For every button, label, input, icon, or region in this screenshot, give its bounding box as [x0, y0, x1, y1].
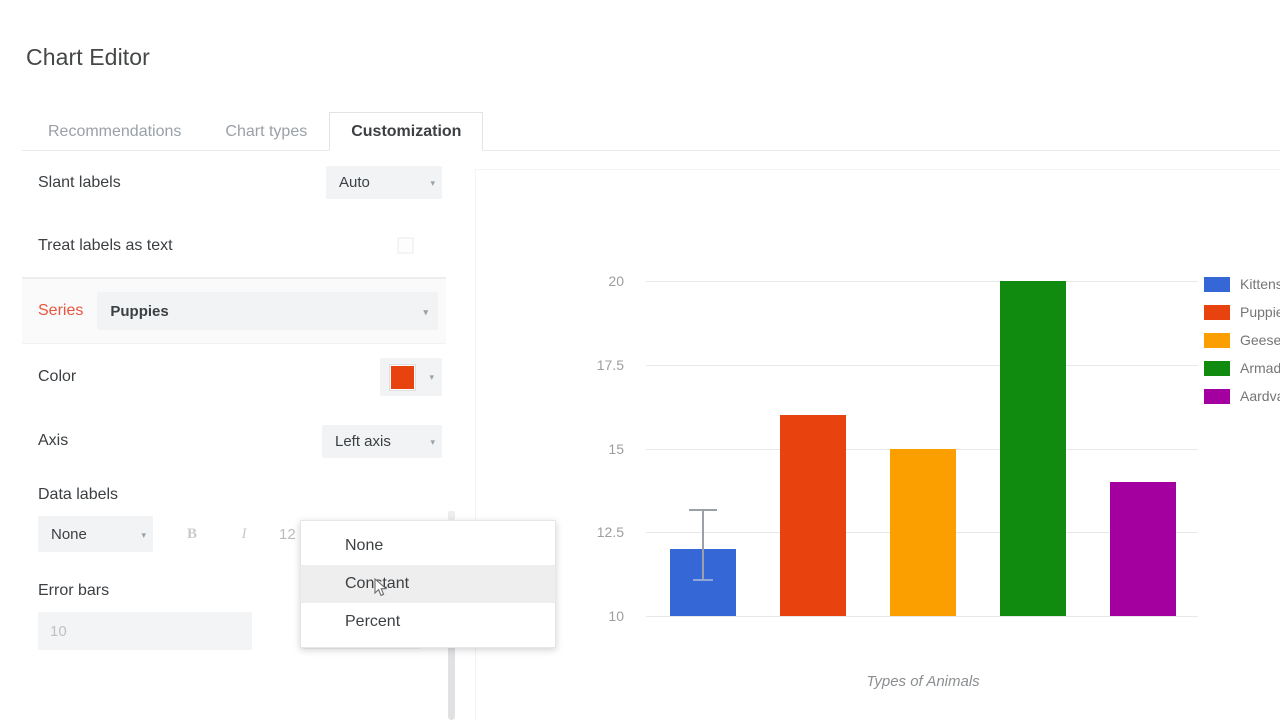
scrollbar-track-marker [448, 511, 455, 520]
chart-error-bar-cap [689, 508, 717, 511]
slant-labels-label: Slant labels [38, 173, 121, 191]
color-picker-button[interactable]: ▾ [380, 358, 442, 396]
italic-button[interactable]: I [231, 521, 257, 547]
data-labels-label: Data labels [38, 486, 119, 503]
chart-legend-item[interactable]: Geese [1204, 326, 1280, 354]
chart-legend-swatch [1204, 276, 1230, 292]
axis-select[interactable]: Left axis ▾ [322, 424, 442, 458]
tab-customization[interactable]: Customization [329, 112, 484, 151]
error-bars-value-input[interactable] [38, 612, 252, 650]
tab-bar: Recommendations Chart types Customizatio… [26, 112, 484, 151]
chart-gridline [646, 364, 1198, 366]
axis-label: Axis [38, 432, 69, 449]
chart-x-axis-title: Types of Animals [866, 673, 980, 690]
chart-canvas: Types of Animals Kittens Puppies Geese Arma… [476, 170, 1280, 720]
data-labels-dropdown-menu: None Constant Percent [300, 520, 556, 648]
menu-item-percent[interactable]: Percent [301, 603, 555, 641]
chart-legend-item[interactable]: Aardvarks [1204, 382, 1280, 410]
chart-y-axis-tick: 10 [608, 608, 624, 624]
chart-error-bar-cap [693, 579, 713, 582]
treat-labels-as-text-label: Treat labels as text [38, 236, 173, 254]
chart-y-axis-tick: 17.5 [596, 356, 624, 373]
series-value: Puppies [110, 302, 169, 320]
chart-legend-item[interactable]: Puppies [1204, 298, 1280, 326]
bold-button[interactable]: B [179, 521, 205, 547]
chart-legend-label: Puppies [1240, 304, 1280, 320]
chart-y-axis-tick: 20 [608, 273, 624, 289]
chart-legend-label: Geese [1240, 332, 1280, 348]
menu-item-none[interactable]: None [301, 527, 555, 565]
chart-preview-panel: Types of Animals Kittens Puppies Geese Arma… [475, 169, 1280, 720]
slant-labels-row: Slant labels Auto ▾ [22, 151, 454, 214]
chart-bar[interactable] [890, 448, 956, 616]
color-swatch [390, 364, 416, 390]
font-size-select[interactable]: 12 [279, 526, 296, 543]
chart-bar[interactable] [780, 415, 846, 616]
chart-legend-item[interactable]: Armadillos [1204, 354, 1280, 382]
chart-legend: Kittens Puppies Geese Armadillos Aardvarks [1204, 270, 1280, 410]
chart-gridline [646, 281, 1198, 282]
chart-legend-swatch [1204, 388, 1230, 404]
tab-chart-types[interactable]: Chart types [203, 112, 329, 151]
data-labels-value: None [51, 525, 87, 543]
treat-labels-as-text-row: Treat labels as text [22, 214, 454, 277]
chart-legend-label: Kittens [1240, 276, 1280, 292]
chevron-down-icon: ▾ [429, 371, 434, 382]
data-labels-select[interactable]: None ▾ [38, 516, 153, 552]
tab-recommendations[interactable]: Recommendations [26, 112, 203, 151]
color-row: Color ▾ [22, 344, 454, 410]
chart-y-axis-tick: 15 [608, 440, 624, 457]
chevron-down-icon: ▾ [141, 529, 146, 540]
chart-editor-screen: Chart Editor Recommendations Chart types… [0, 0, 1280, 720]
menu-item-constant[interactable]: Constant [301, 565, 555, 603]
chart-legend-swatch [1204, 332, 1230, 348]
chevron-down-icon: ▾ [430, 178, 435, 188]
axis-labels-card: Slant labels Auto ▾ Treat labels as text [22, 151, 454, 278]
chevron-down-icon: ▾ [430, 436, 435, 447]
chart-gridline [646, 616, 1198, 617]
series-label: Series [38, 302, 84, 319]
page-title: Chart Editor [26, 44, 150, 70]
chart-bar[interactable] [1000, 281, 1066, 616]
chevron-down-icon: ▾ [423, 306, 428, 317]
chart-error-bar-line [702, 508, 704, 580]
color-label: Color [38, 368, 77, 385]
chart-legend-item[interactable]: Kittens [1204, 270, 1280, 298]
slant-labels-value: Auto [339, 174, 370, 191]
chart-legend-label: Armadillos [1240, 360, 1280, 376]
axis-value: Left axis [335, 432, 391, 450]
chart-legend-swatch [1204, 360, 1230, 376]
chart-legend-label: Aardvarks [1240, 388, 1280, 404]
chart-y-axis-tick: 12.5 [596, 524, 624, 541]
treat-labels-as-text-checkbox[interactable] [397, 237, 414, 254]
chart-bar[interactable] [1110, 482, 1176, 616]
series-select[interactable]: Puppies ▾ [97, 292, 438, 330]
slant-labels-select[interactable]: Auto ▾ [326, 166, 442, 199]
axis-row: Axis Left axis ▾ [22, 410, 454, 472]
series-selector-row: Series Puppies ▾ [22, 278, 454, 344]
chart-legend-swatch [1204, 304, 1230, 320]
